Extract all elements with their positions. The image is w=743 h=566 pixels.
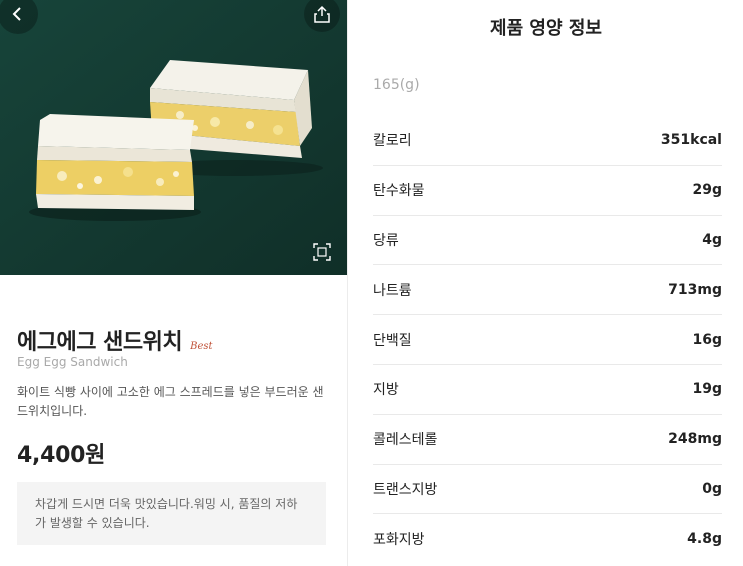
nutrient-name: 당류 — [373, 232, 399, 249]
nutrient-value: 16g — [692, 331, 722, 348]
expand-icon — [313, 243, 331, 261]
product-detail-panel: 에그에그 샌드위치 Best Egg Egg Sandwich 화이트 식빵 사… — [0, 0, 347, 566]
nutrient-name: 칼로리 — [373, 133, 412, 150]
product-price: 4,400원 — [17, 443, 106, 468]
product-description: 화이트 식빵 사이에 고소한 에그 스프레드를 넣은 부드러운 샌드위치입니다. — [17, 385, 324, 418]
nutrient-name: 지방 — [373, 382, 399, 399]
nutrition-list: 칼로리 351kcal 탄수화물 29g 당류 4g 나트륨 713mg 단백질… — [373, 116, 722, 564]
nutrition-row: 탄수화물 29g — [373, 166, 722, 216]
serving-size: 165(g) — [373, 77, 420, 93]
nutrient-name: 탄수화물 — [373, 183, 425, 200]
product-name: 에그에그 샌드위치 — [17, 330, 183, 355]
nutrient-value: 29g — [692, 182, 722, 199]
nutrient-name: 콜레스테롤 — [373, 432, 438, 449]
nutrition-row: 단백질 16g — [373, 315, 722, 365]
product-title-row: 에그에그 샌드위치 Best — [17, 324, 213, 356]
share-icon — [314, 5, 330, 23]
nutrition-row: 나트륨 713mg — [373, 265, 722, 316]
nutrient-name: 트랜스지방 — [373, 481, 438, 498]
nutrition-row: 콜레스테롤 248mg — [373, 415, 722, 465]
nutrition-panel: 제품 영양 정보 165(g) 칼로리 351kcal 탄수화물 29g 당류 … — [347, 0, 743, 566]
sandwich-illustration — [0, 0, 347, 275]
zoom-button[interactable] — [311, 241, 333, 263]
product-english-name: Egg Egg Sandwich — [17, 355, 128, 369]
nutrition-title: 제품 영양 정보 — [490, 18, 602, 39]
nutrient-value: 4.8g — [687, 531, 722, 548]
nutrient-value: 19g — [692, 381, 722, 398]
nutrient-value: 248mg — [668, 431, 722, 448]
serving-notice: 차갑게 드시면 더욱 맛있습니다.워밍 시, 품질의 저하가 발생할 수 있습니… — [17, 482, 326, 545]
nutrition-row: 칼로리 351kcal — [373, 116, 722, 166]
nutrient-value: 4g — [702, 231, 722, 248]
nutrition-row: 트랜스지방 0g — [373, 465, 722, 515]
best-badge: Best — [190, 341, 213, 352]
nutrition-row: 당류 4g — [373, 216, 722, 266]
product-image — [0, 0, 347, 275]
nutrient-name: 단백질 — [373, 332, 412, 349]
nutrient-value: 0g — [702, 480, 722, 497]
nutrient-value: 351kcal — [660, 132, 722, 149]
nutrition-row: 포화지방 4.8g — [373, 514, 722, 564]
nutrient-value: 713mg — [668, 281, 722, 298]
nutrient-name: 포화지방 — [373, 532, 425, 549]
nutrient-name: 나트륨 — [373, 282, 412, 299]
nutrition-row: 지방 19g — [373, 365, 722, 415]
chevron-left-icon — [12, 7, 21, 21]
